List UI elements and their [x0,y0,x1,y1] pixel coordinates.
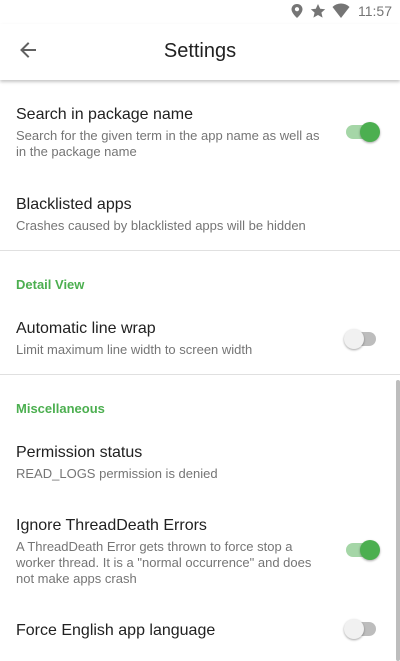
page-title: Settings [163,40,237,62]
status-bar: 11:57 [0,0,400,24]
switch-thumb [344,619,364,639]
pref-title: Blacklisted apps [16,196,132,213]
pref-title: Ignore ThreadDeath Errors [16,517,207,534]
switch-thumb [360,540,380,560]
app-bar: Settings [0,24,400,80]
location-icon [290,3,304,19]
switch-thumb [344,329,364,349]
force-english-toggle[interactable] [344,618,380,640]
status-time: 11:57 [358,3,392,19]
pref-title: Permission status [16,444,143,461]
pref-summary: READ_LOGS permission is denied [16,466,218,481]
status-icons: 11:57 [290,3,392,19]
divider [0,374,400,375]
section-header-detail-view: Detail View [16,277,85,292]
pref-search-package-name[interactable]: Search in package name Search for the gi… [0,94,400,170]
pref-title: Search in package name [16,106,193,123]
scrollbar[interactable] [396,380,400,661]
pref-title: Force English app language [16,622,216,639]
pref-summary: Limit maximum line width to screen width [16,342,253,357]
wifi-icon [332,3,350,19]
pref-force-english[interactable]: Force English app language [0,610,400,660]
pref-automatic-line-wrap[interactable]: Automatic line wrap Limit maximum line w… [0,308,400,372]
line-wrap-toggle[interactable] [344,328,380,350]
search-package-toggle[interactable] [344,121,380,143]
pref-summary: Search for the given term in the app nam… [16,128,320,159]
star-icon [310,3,326,19]
pref-ignore-threaddeath[interactable]: Ignore ThreadDeath Errors A ThreadDeath … [0,506,400,598]
pref-permission-status[interactable]: Permission status READ_LOGS permission i… [0,432,400,494]
divider [0,250,400,251]
threaddeath-toggle[interactable] [344,539,380,561]
pref-title: Automatic line wrap [16,320,156,337]
settings-list[interactable]: Search in package name Search for the gi… [0,80,400,661]
pref-summary: A ThreadDeath Error gets thrown to force… [16,539,312,586]
switch-thumb [360,122,380,142]
pref-summary: Crashes caused by blacklisted apps will … [16,218,306,233]
pref-blacklisted-apps[interactable]: Blacklisted apps Crashes caused by black… [0,186,400,246]
section-header-miscellaneous: Miscellaneous [16,401,105,416]
